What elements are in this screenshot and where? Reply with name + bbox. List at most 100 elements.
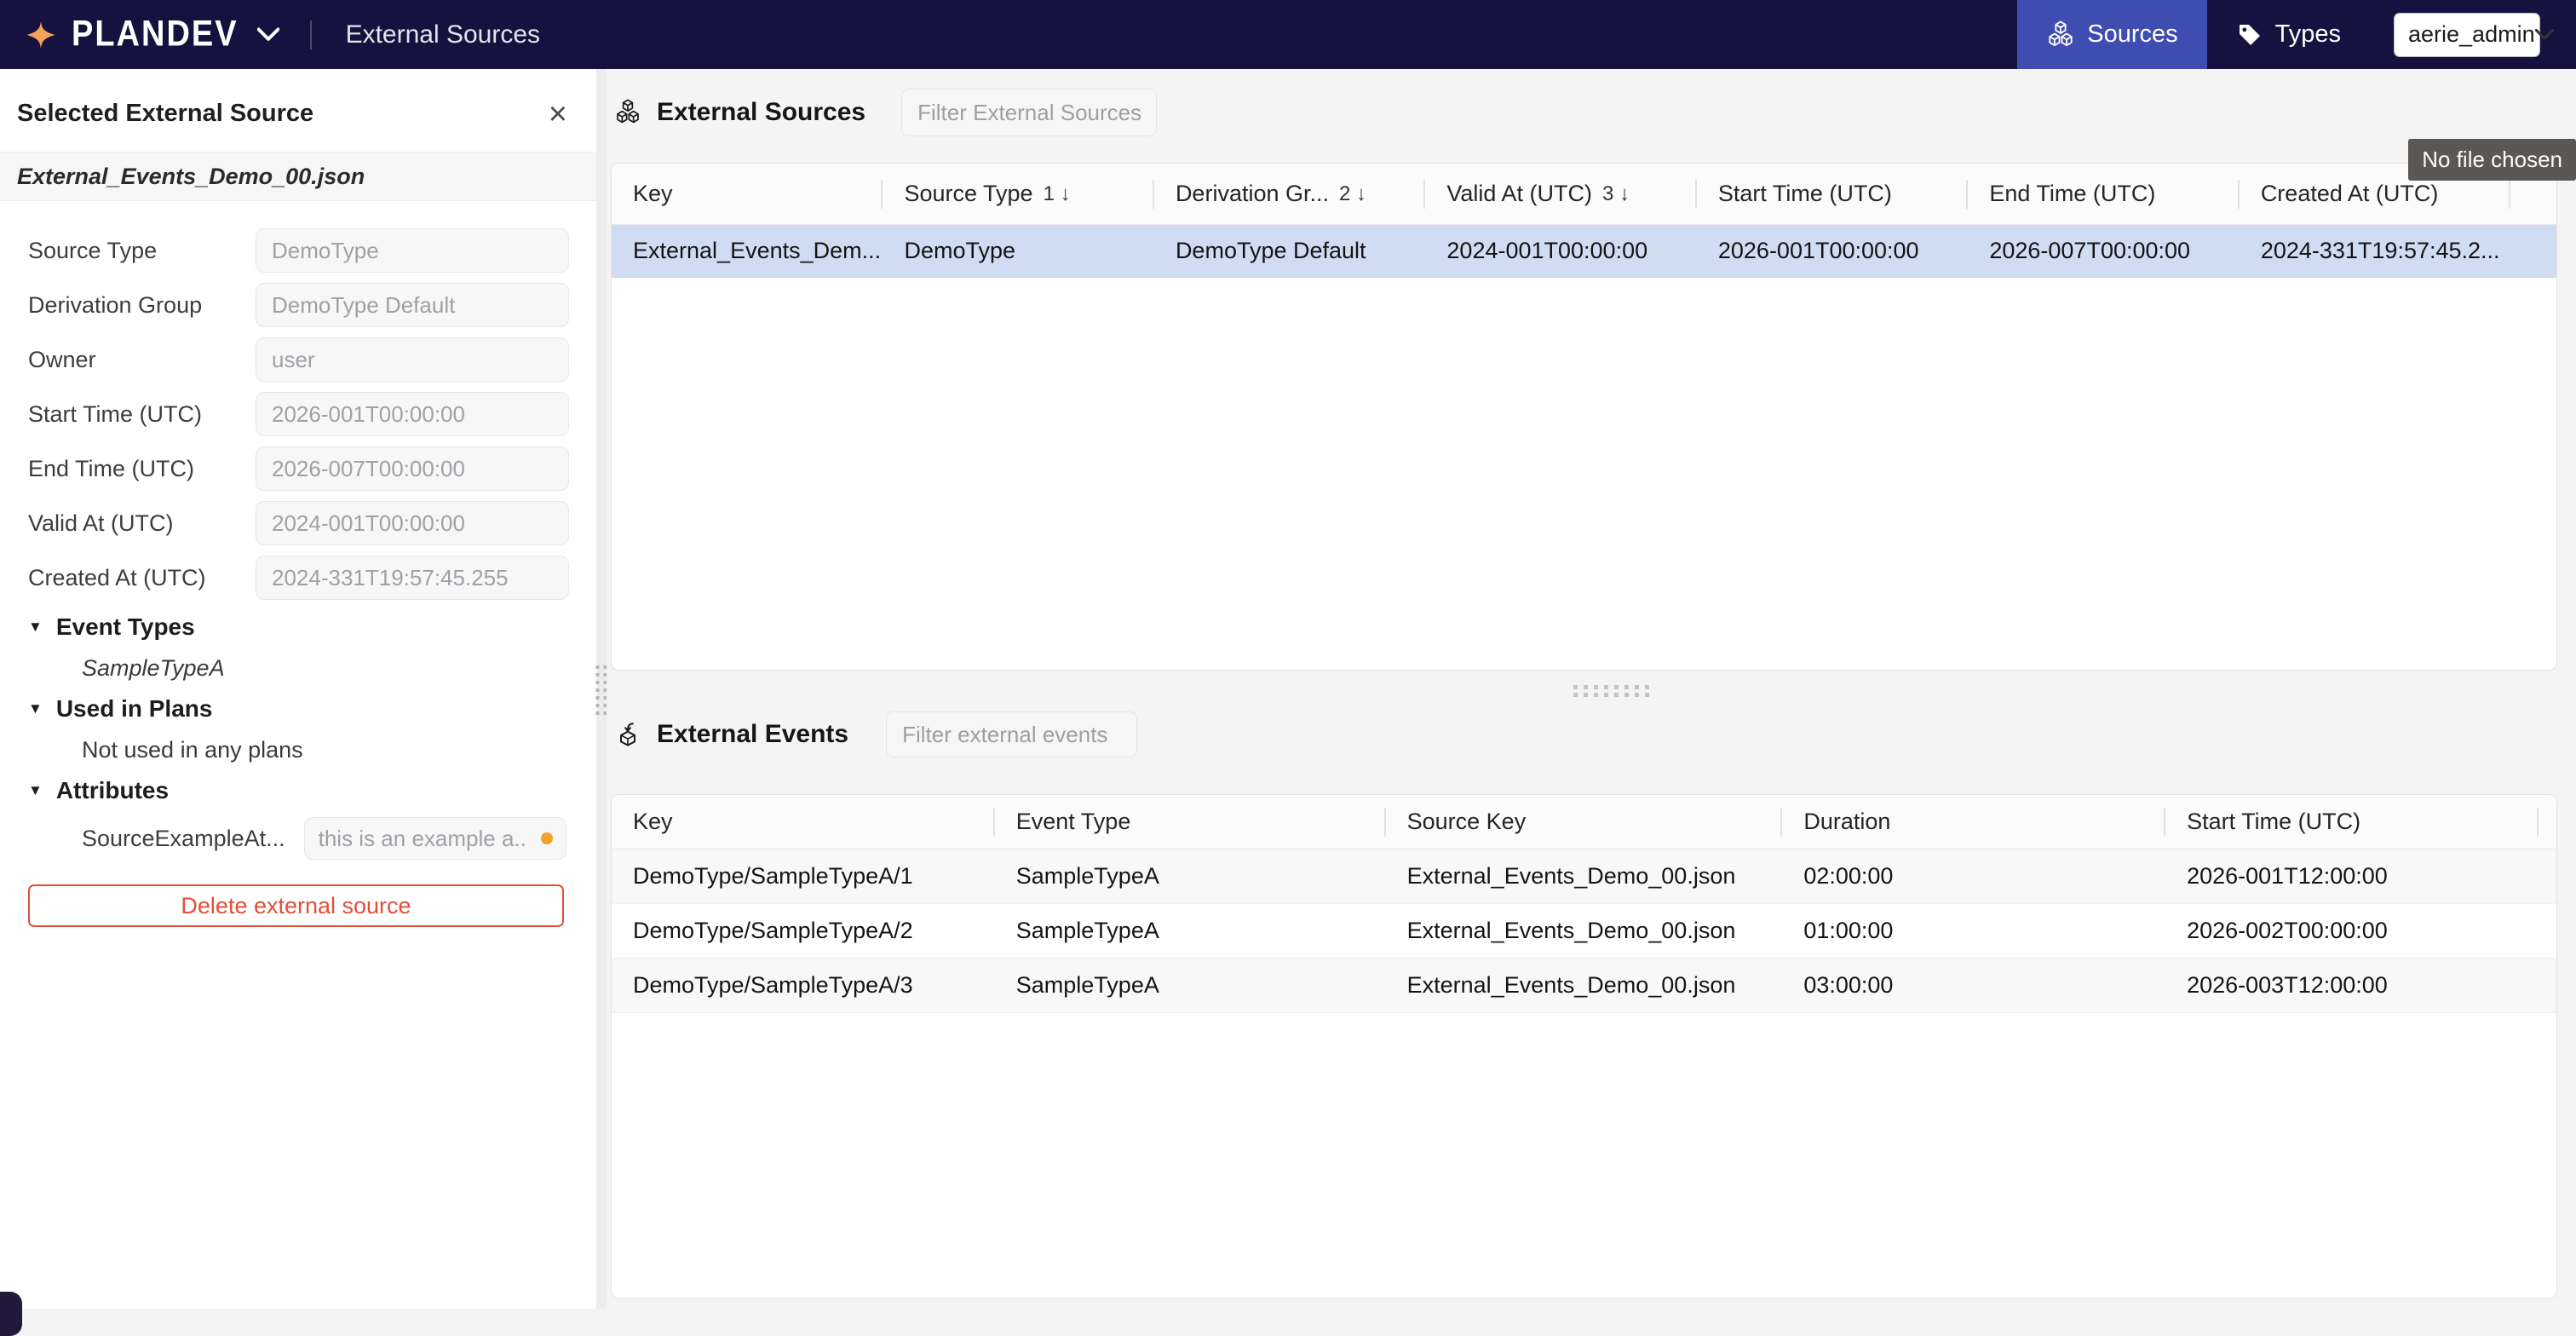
tag-icon	[2236, 21, 2263, 49]
attribute-name: SourceExampleAt...	[82, 826, 285, 852]
tab-sources-label: Sources	[2087, 20, 2177, 49]
source-type-input[interactable]	[256, 228, 569, 273]
section-event-types[interactable]: ▼ Event Types	[0, 607, 596, 648]
cell-created-at: 2024-331T19:57:45.2...	[2240, 225, 2510, 277]
close-icon[interactable]: ×	[549, 106, 567, 123]
attribute-value-input[interactable]	[304, 817, 566, 860]
cell-derivation-group: DemoType Default	[1154, 225, 1425, 277]
external-sources-table: Key Source Type1 ↓ Derivation Gr...2 ↓ V…	[611, 163, 2557, 671]
column-header-end-time[interactable]: End Time (UTC)	[1968, 164, 2239, 224]
section-attributes[interactable]: ▼ Attributes	[0, 770, 596, 811]
file-chooser-tooltip: No file chosen	[2408, 139, 2576, 181]
select-chevron-icon	[2535, 29, 2554, 41]
page-title: External Sources	[346, 20, 540, 49]
source-row-selected[interactable]: External_Events_Dem... DemoType DemoType…	[612, 225, 2556, 278]
user-role-select[interactable]: aerie_admin	[2394, 13, 2540, 57]
tab-types-label: Types	[2275, 20, 2341, 49]
field-label: End Time (UTC)	[0, 456, 194, 482]
cell-event-type: SampleTypeA	[995, 904, 1386, 958]
events-table-header: Key Event Type Source Key Duration Start…	[612, 795, 2556, 849]
valid-at-input[interactable]	[256, 501, 569, 545]
field-source-type: Source Type	[0, 223, 596, 278]
cell-source-key: External_Events_Demo_00.json	[1386, 904, 1783, 958]
main-content: No file chosen External Sources Key Sour…	[607, 69, 2576, 1309]
cell-duration: 02:00:00	[1782, 849, 2165, 903]
external-sources-icon	[614, 99, 641, 126]
source-filename: External_Events_Demo_00.json	[0, 152, 596, 201]
collapse-caret-icon: ▼	[28, 782, 43, 799]
cell-end-time: 2026-007T00:00:00	[1968, 225, 2239, 277]
app-logo[interactable]: PLANDEV	[72, 14, 239, 55]
external-events-table: Key Event Type Source Key Duration Start…	[611, 794, 2557, 1299]
cell-source-type: DemoType	[883, 225, 1153, 277]
field-label: Owner	[0, 347, 96, 373]
cell-key: DemoType/SampleTypeA/2	[612, 904, 995, 958]
column-header-source-type[interactable]: Source Type1 ↓	[883, 164, 1153, 224]
event-row[interactable]: DemoType/SampleTypeA/2 SampleTypeA Exter…	[612, 904, 2556, 959]
external-events-icon	[614, 721, 641, 748]
section-title: Used in Plans	[56, 695, 213, 723]
corner-overlay-chip	[0, 1292, 22, 1336]
section-used-in-plans[interactable]: ▼ Used in Plans	[0, 688, 596, 729]
created-at-input[interactable]	[256, 556, 569, 600]
event-row[interactable]: DemoType/SampleTypeA/3 SampleTypeA Exter…	[612, 959, 2556, 1013]
sources-section-title: External Sources	[657, 98, 865, 127]
cell-source-key: External_Events_Demo_00.json	[1386, 959, 1783, 1012]
section-title: Event Types	[56, 613, 195, 641]
derivation-group-input[interactable]	[256, 283, 569, 327]
column-header-event-type[interactable]: Event Type	[995, 795, 1386, 849]
column-header-start-time[interactable]: Start Time (UTC)	[1697, 164, 1968, 224]
cell-duration: 03:00:00	[1782, 959, 2165, 1012]
field-label: Start Time (UTC)	[0, 401, 202, 428]
column-header-valid-at[interactable]: Valid At (UTC)3 ↓	[1425, 164, 1696, 224]
panel-title: Selected External Source	[17, 100, 313, 128]
column-header-key[interactable]: Key	[612, 795, 995, 849]
field-label: Derivation Group	[0, 292, 202, 319]
cell-valid-at: 2024-001T00:00:00	[1425, 225, 1696, 277]
field-start-time: Start Time (UTC)	[0, 387, 596, 441]
attribute-status-dot	[541, 832, 553, 844]
end-time-input[interactable]	[256, 446, 569, 491]
events-section-title: External Events	[657, 720, 848, 749]
column-header-source-key[interactable]: Source Key	[1386, 795, 1783, 849]
drag-dots-icon	[596, 665, 607, 715]
delete-external-source-button[interactable]: Delete external source	[28, 884, 564, 927]
cell-event-type: SampleTypeA	[995, 849, 1386, 903]
field-label: Valid At (UTC)	[0, 510, 174, 537]
tab-sources[interactable]: Sources	[2017, 0, 2206, 69]
cell-event-type: SampleTypeA	[995, 959, 1386, 1012]
column-header-derivation-group[interactable]: Derivation Gr...2 ↓	[1154, 164, 1425, 224]
column-header-start-time[interactable]: Start Time (UTC)	[2165, 795, 2539, 849]
field-label: Source Type	[0, 238, 157, 264]
attribute-row: SourceExampleAt...	[0, 811, 596, 866]
logo-menu-chevron-icon[interactable]	[257, 27, 279, 43]
event-type-item: SampleTypeA	[0, 648, 596, 688]
cell-source-key: External_Events_Demo_00.json	[1386, 849, 1783, 903]
section-title: Attributes	[56, 777, 169, 804]
panel-resize-handle-vertical[interactable]	[596, 69, 607, 1309]
navbar-divider	[310, 20, 312, 49]
field-end-time: End Time (UTC)	[0, 441, 596, 496]
cell-start-time: 2026-003T12:00:00	[2165, 959, 2539, 1012]
event-row[interactable]: DemoType/SampleTypeA/1 SampleTypeA Exter…	[612, 849, 2556, 904]
start-time-input[interactable]	[256, 392, 569, 436]
owner-input[interactable]	[256, 337, 569, 382]
cell-start-time: 2026-001T00:00:00	[1697, 225, 1968, 277]
field-valid-at: Valid At (UTC)	[0, 496, 596, 550]
panel-resize-handle-horizontal[interactable]	[611, 671, 2557, 709]
top-navbar: PLANDEV External Sources Sources Types a…	[0, 0, 2576, 69]
selected-source-panel: Selected External Source × External_Even…	[0, 69, 596, 1309]
field-owner: Owner	[0, 332, 596, 387]
drag-dots-icon	[1573, 685, 1649, 697]
filter-external-sources-input[interactable]	[901, 89, 1157, 136]
cell-start-time: 2026-001T12:00:00	[2165, 849, 2539, 903]
cell-key: DemoType/SampleTypeA/3	[612, 959, 995, 1012]
column-header-key[interactable]: Key	[612, 164, 883, 224]
collapse-caret-icon: ▼	[28, 619, 43, 636]
field-created-at: Created At (UTC)	[0, 550, 596, 605]
cell-duration: 01:00:00	[1782, 904, 2165, 958]
tab-types[interactable]: Types	[2207, 0, 2370, 69]
column-header-duration[interactable]: Duration	[1782, 795, 2165, 849]
cubes-icon	[2046, 20, 2075, 49]
filter-external-events-input[interactable]	[886, 711, 1137, 757]
